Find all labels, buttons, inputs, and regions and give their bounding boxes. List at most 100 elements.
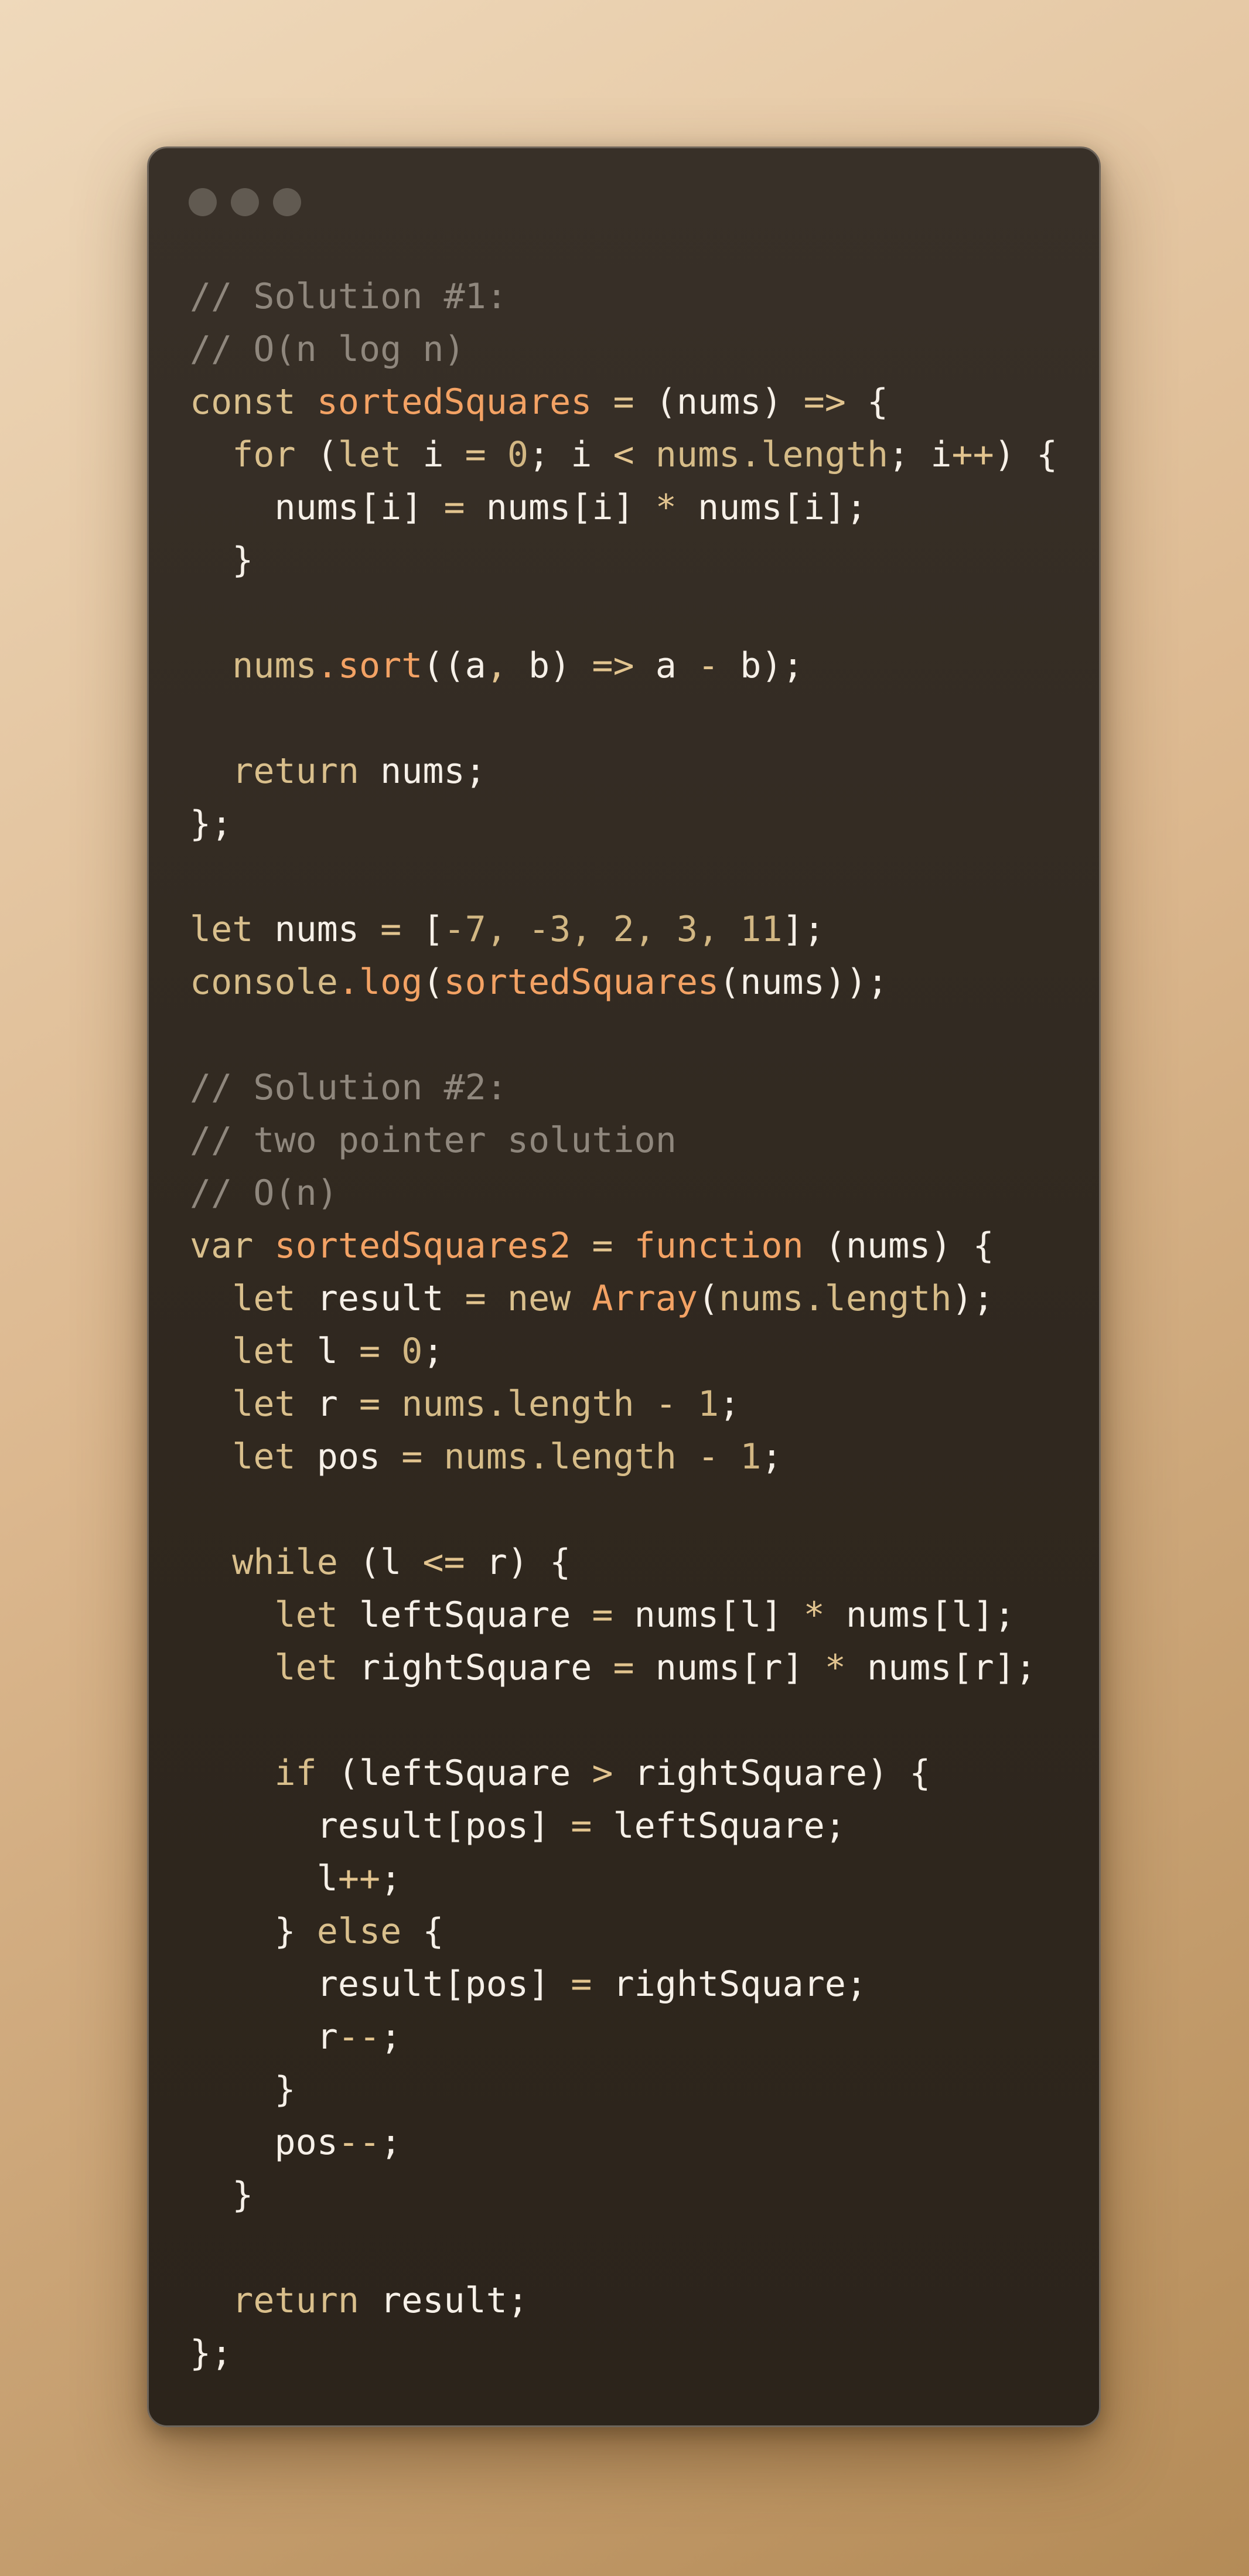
code-token: // Solution #1: — [190, 276, 507, 317]
minimize-dot[interactable] — [231, 188, 259, 216]
code-token: = — [592, 1594, 613, 1635]
code-token: { — [845, 381, 889, 422]
code-token: for — [232, 434, 296, 475]
code-token: r — [190, 2016, 338, 2057]
code-token: ++ — [951, 434, 994, 475]
code-token: = — [465, 434, 486, 475]
code-line: }; — [190, 798, 1057, 850]
code-token: } — [190, 1911, 317, 1952]
code-token: = — [613, 381, 634, 422]
code-token: ; — [422, 1331, 444, 1372]
code-line: let leftSquare = nums[l] * nums[l]; — [190, 1589, 1057, 1641]
code-token: = — [359, 1331, 381, 1372]
code-line: let r = nums.length - 1; — [190, 1378, 1057, 1430]
code-token: nums.length — [655, 434, 889, 475]
code-token: let — [337, 434, 402, 475]
code-line: nums.sort((a, b) => a - b); — [190, 639, 1057, 692]
code-token: ); — [951, 1278, 994, 1319]
code-token: let — [274, 1594, 338, 1635]
code-token: l — [190, 1858, 338, 1899]
code-line: }; — [190, 2327, 1057, 2380]
code-token: ; i — [888, 434, 952, 475]
code-token: nums[r]; — [845, 1647, 1036, 1688]
code-token: pos — [190, 2122, 338, 2163]
code-token: - — [698, 645, 719, 686]
code-token: }; — [190, 2333, 233, 2374]
code-token: rightSquare; — [592, 1964, 867, 2005]
code-token: ; — [761, 1436, 783, 1477]
code-token: * — [803, 1594, 825, 1635]
code-token: = — [571, 1964, 592, 2005]
code-token: i — [401, 434, 465, 475]
code-token: let — [190, 909, 254, 950]
code-token: let — [232, 1331, 296, 1372]
code-token: function — [634, 1225, 804, 1266]
code-line: result[pos] = rightSquare; — [190, 1958, 1057, 2011]
code-token: -- — [337, 2122, 381, 2163]
code-line: if (leftSquare > rightSquare) { — [190, 1747, 1057, 1800]
code-token: ; — [380, 1858, 402, 1899]
code-line: while (l <= r) { — [190, 1536, 1057, 1589]
code-token: (l — [337, 1542, 423, 1583]
code-token: * — [655, 487, 677, 528]
code-line: let l = 0; — [190, 1325, 1057, 1378]
code-token: , — [486, 645, 507, 686]
code-token: 0 — [507, 434, 528, 475]
code-token: -7, -3, 2, 3, 11 — [443, 909, 783, 950]
code-token: -- — [337, 2016, 381, 2057]
code-token: nums[i]; — [676, 487, 867, 528]
code-token: let — [232, 1278, 296, 1319]
code-token: ++ — [337, 1858, 381, 1899]
code-token: = — [465, 1278, 486, 1319]
code-token: ; — [719, 1384, 740, 1425]
code-token: nums — [232, 645, 317, 686]
code-token: = — [613, 1647, 634, 1688]
code-token: .log — [337, 962, 423, 1003]
code-token: ((a — [422, 645, 486, 686]
code-token: nums.length — [719, 1278, 952, 1319]
code-token: else — [316, 1911, 402, 1952]
code-line: // Solution #1: — [190, 270, 1057, 323]
code-line: let result = new Array(nums.length); — [190, 1272, 1057, 1325]
code-token: sortedSquares2 — [274, 1225, 571, 1266]
close-dot[interactable] — [189, 188, 217, 216]
code-token: result[pos] — [190, 1805, 571, 1846]
code-token: sortedSquares — [443, 962, 719, 1003]
code-token: ; i — [528, 434, 613, 475]
code-token: leftSquare; — [592, 1805, 846, 1846]
code-token: rightSquare) { — [613, 1753, 931, 1794]
code-token: nums[i] — [190, 487, 444, 528]
code-token: while — [232, 1542, 338, 1583]
code-token: { — [401, 1911, 444, 1952]
code-token: new — [507, 1278, 571, 1319]
code-window: // Solution #1: // O(n log n) const sorted… — [147, 146, 1101, 2427]
code-token: = — [443, 487, 465, 528]
code-token: ( — [295, 434, 338, 475]
code-token: ]; — [782, 909, 825, 950]
code-token: = — [571, 1805, 592, 1846]
maximize-dot[interactable] — [273, 188, 301, 216]
code-token: Array — [592, 1278, 698, 1319]
code-line: // O(n) — [190, 1167, 1057, 1219]
code-token: 1 — [740, 1436, 762, 1477]
code-token: * — [824, 1647, 846, 1688]
code-line: var sortedSquares2 = function (nums) { — [190, 1219, 1057, 1272]
code-line: } — [190, 534, 1057, 587]
code-line: let nums = [-7, -3, 2, 3, 11]; — [190, 903, 1057, 956]
code-token: nums — [253, 909, 381, 950]
